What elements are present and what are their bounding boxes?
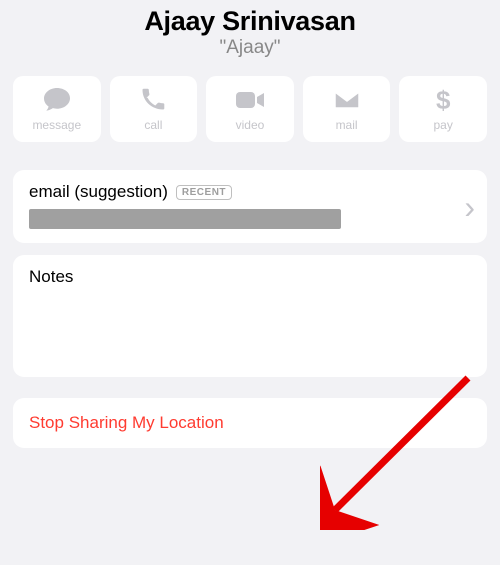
action-row: message call video mail $ pay [0,67,500,142]
mail-label: mail [336,118,358,132]
email-suggestion-row[interactable]: email (suggestion) RECENT › [13,170,487,243]
call-button[interactable]: call [110,76,198,142]
mail-icon [334,87,360,113]
dollar-icon: $ [436,87,450,113]
contact-header: Ajaay Srinivasan "Ajaay" [0,0,500,67]
stop-sharing-label: Stop Sharing My Location [29,413,471,433]
recent-badge: RECENT [176,185,232,200]
contact-name: Ajaay Srinivasan [0,6,500,37]
phone-icon [141,87,165,113]
contact-nickname: "Ajaay" [0,37,500,59]
pay-button[interactable]: $ pay [399,76,487,142]
email-value-redacted [29,209,341,229]
stop-sharing-button[interactable]: Stop Sharing My Location [13,398,487,448]
email-label: email (suggestion) [29,182,168,202]
mail-button[interactable]: mail [303,76,391,142]
video-icon [235,87,265,113]
annotation-arrow [320,370,480,530]
notes-label: Notes [29,267,471,287]
message-button[interactable]: message [13,76,101,142]
notes-section[interactable]: Notes [13,255,487,377]
message-label: message [32,118,81,132]
video-button[interactable]: video [206,76,294,142]
pay-label: pay [433,118,452,132]
call-label: call [144,118,162,132]
video-label: video [236,118,265,132]
chevron-right-icon: › [464,191,475,223]
message-icon [43,87,71,113]
